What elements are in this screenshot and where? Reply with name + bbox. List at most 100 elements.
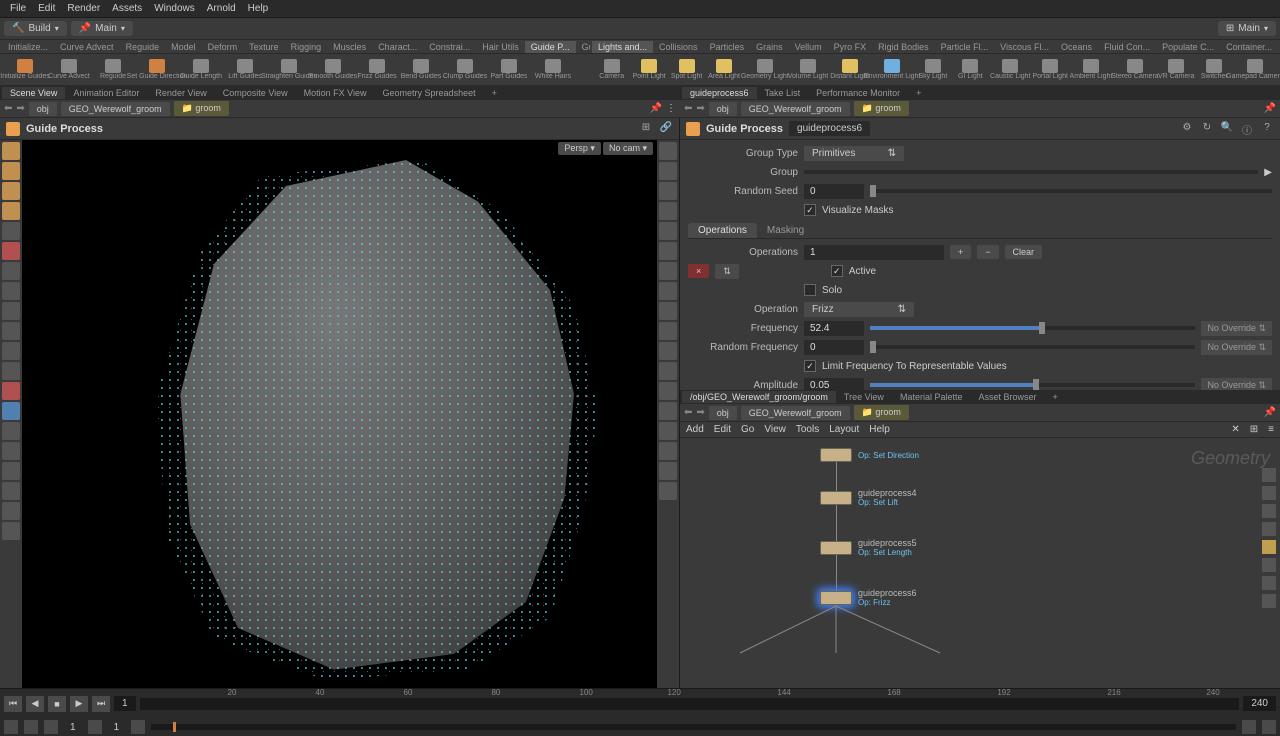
display-icon[interactable] (659, 402, 677, 420)
active-checkbox[interactable] (831, 265, 843, 277)
group-field[interactable] (804, 170, 1258, 174)
display-icon[interactable] (659, 482, 677, 500)
node-guideprocess4[interactable]: guideprocess4Op: Set Lift (820, 488, 917, 507)
tool-icon[interactable] (2, 302, 20, 320)
frequency-field[interactable]: 52.4 (804, 321, 864, 336)
solo-checkbox[interactable] (804, 284, 816, 296)
tab-take-list[interactable]: Take List (757, 87, 809, 99)
tab-masking[interactable]: Masking (757, 223, 814, 238)
shelf-tab[interactable]: Grains (750, 41, 789, 53)
override-select[interactable]: No Override ⇅ (1201, 321, 1272, 336)
path-groom[interactable]: 📁 groom (854, 405, 909, 420)
shelf-tab[interactable]: Rigging (285, 41, 328, 53)
limit-freq-checkbox[interactable] (804, 360, 816, 372)
menu-windows[interactable]: Windows (148, 1, 201, 16)
tool-gi-light[interactable]: GI Light (953, 55, 988, 85)
last-frame-button[interactable]: ⏭ (92, 696, 110, 712)
node[interactable]: Op: Set Direction (820, 448, 919, 462)
camera-selector[interactable]: No cam ▾ (603, 142, 653, 155)
tool-stereo-cam[interactable]: Stereo Camera (1114, 55, 1156, 85)
shelf-tab[interactable]: Model (165, 41, 202, 53)
display-icon[interactable] (1262, 504, 1276, 518)
delete-op-button[interactable]: × (688, 264, 709, 278)
clear-button[interactable]: Clear (1005, 245, 1043, 259)
shelf-tab[interactable]: Constrai... (423, 41, 476, 53)
tool-icon[interactable] (2, 462, 20, 480)
persp-selector[interactable]: Persp ▾ (558, 142, 601, 155)
node-menu-go[interactable]: Go (741, 424, 754, 435)
arrow-icon[interactable]: ▶ (1264, 167, 1272, 178)
tool-icon[interactable] (2, 442, 20, 460)
path-geo[interactable]: GEO_Werewolf_groom (61, 102, 170, 116)
display-icon[interactable] (659, 442, 677, 460)
node-tool-icon[interactable]: ✕ (1231, 424, 1239, 435)
tool-camera[interactable]: Camera (594, 55, 629, 85)
node-name-field[interactable]: guideprocess6 (789, 121, 870, 136)
display-icon[interactable] (1262, 486, 1276, 500)
tool-part[interactable]: Part Guides (488, 55, 530, 85)
tool-guide-length[interactable]: Guide Length (180, 55, 222, 85)
shelf-tab[interactable]: Curve Advect (54, 41, 120, 53)
render-icon[interactable] (2, 522, 20, 540)
tool-geo-light[interactable]: Geometry Light (744, 55, 786, 85)
shelf-tab[interactable]: Charact... (372, 41, 423, 53)
first-frame-button[interactable]: ⏮ (4, 696, 22, 712)
add-op-button[interactable]: + (950, 245, 971, 259)
tool-icon[interactable] (2, 262, 20, 280)
node-canvas[interactable]: Geometry Op: Set Direction guideprocess4… (680, 438, 1280, 658)
status-icon[interactable] (44, 720, 58, 734)
tool-volume-light[interactable]: Volume Light (788, 55, 828, 85)
rand-frequency-field[interactable]: 0 (804, 340, 864, 355)
display-icon[interactable] (659, 262, 677, 280)
display-icon[interactable] (659, 382, 677, 400)
auto-key-button[interactable] (1242, 720, 1256, 734)
tool-sky-light[interactable]: Sky Light (915, 55, 950, 85)
tab-add[interactable]: + (908, 87, 929, 99)
node-guideprocess5[interactable]: guideprocess5Op: Set Length (820, 538, 917, 557)
display-icon[interactable] (659, 342, 677, 360)
tab-add[interactable]: + (484, 87, 505, 99)
tab-network[interactable]: /obj/GEO_Werewolf_groom/groom (682, 391, 836, 403)
pin-icon[interactable]: 📌 (1264, 103, 1276, 114)
display-icon[interactable] (659, 462, 677, 480)
link-icon[interactable]: 🔗 (659, 122, 673, 136)
tool-icon[interactable] (2, 402, 20, 420)
shelf-tab[interactable]: Pyro FX (828, 41, 873, 53)
frequency-slider[interactable] (870, 326, 1195, 330)
tab-motionfx[interactable]: Motion FX View (296, 87, 375, 99)
tool-bend[interactable]: Bend Guides (400, 55, 442, 85)
tool-icon[interactable] (2, 422, 20, 440)
path-obj[interactable]: obj (709, 406, 737, 420)
shelf-tab[interactable]: Vellum (789, 41, 828, 53)
status-icon[interactable] (131, 720, 145, 734)
display-icon[interactable] (659, 322, 677, 340)
shelf-tab[interactable]: Oceans (1055, 41, 1098, 53)
tab-render-view[interactable]: Render View (147, 87, 214, 99)
tool-lift-guides[interactable]: Lift Guides (224, 55, 266, 85)
tab-material[interactable]: Material Palette (892, 391, 971, 403)
recook-icon[interactable]: ↻ (1200, 122, 1214, 136)
tool-curve-advect[interactable]: Curve Advect (48, 55, 90, 85)
display-icon[interactable] (1262, 558, 1276, 572)
path-geo[interactable]: GEO_Werewolf_groom (741, 102, 850, 116)
status-track[interactable] (151, 724, 1236, 730)
display-icon[interactable] (659, 242, 677, 260)
path-groom[interactable]: 📁 groom (174, 101, 229, 116)
rotate-tool-icon[interactable] (2, 182, 20, 200)
ops-count-field[interactable]: 1 (804, 245, 944, 260)
path-groom[interactable]: 📁 groom (854, 101, 909, 116)
tool-spot-light[interactable]: Spot Light (669, 55, 704, 85)
shelf-tab[interactable]: Texture (243, 41, 285, 53)
tool-icon[interactable] (2, 342, 20, 360)
stop-button[interactable]: ■ (48, 696, 66, 712)
tool-point-light[interactable]: Point Light (631, 55, 666, 85)
tool-gamepad-cam[interactable]: Gamepad Camera (1234, 55, 1276, 85)
path-geo[interactable]: GEO_Werewolf_groom (741, 406, 850, 420)
help-icon[interactable]: ? (1260, 122, 1274, 136)
amplitude-slider[interactable] (870, 383, 1195, 387)
tool-ambient-light[interactable]: Ambient Light (1070, 55, 1112, 85)
tool-straighten[interactable]: Straighten Guides (268, 55, 310, 85)
tool-clump[interactable]: Clump Guides (444, 55, 486, 85)
display-icon[interactable] (659, 222, 677, 240)
menu-help[interactable]: Help (242, 1, 275, 16)
